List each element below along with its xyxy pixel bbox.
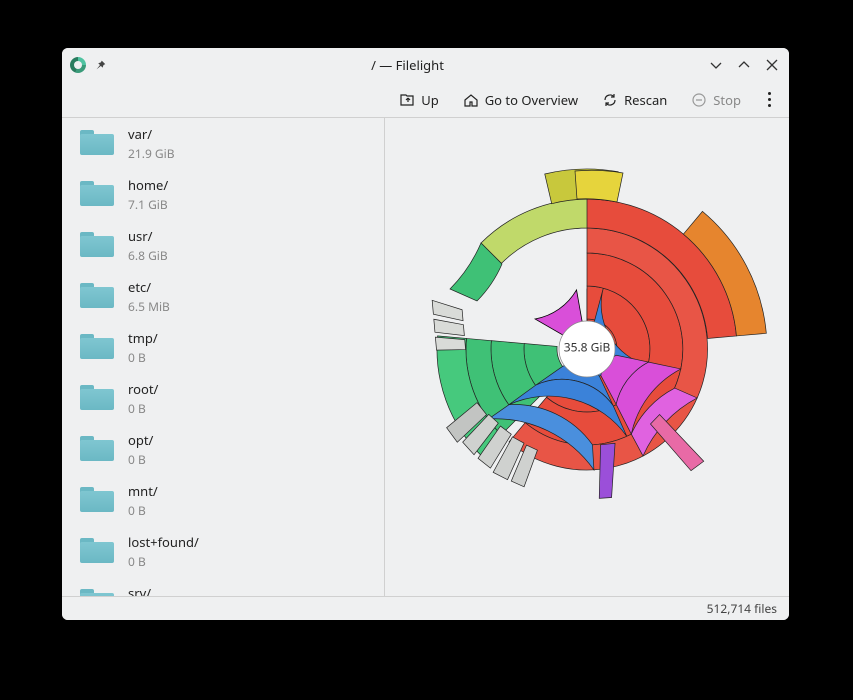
list-item[interactable]: opt/ 0 B	[62, 424, 384, 475]
folder-icon	[80, 586, 114, 596]
titlebar: / — Filelight	[62, 48, 789, 82]
up-button[interactable]: Up	[395, 87, 443, 113]
up-icon	[399, 92, 415, 108]
refresh-icon	[602, 92, 618, 108]
folder-icon	[80, 178, 114, 206]
folder-icon	[80, 484, 114, 512]
up-label: Up	[421, 91, 439, 109]
maximize-button[interactable]	[735, 56, 753, 74]
stop-button[interactable]: Stop	[687, 87, 745, 113]
rescan-button[interactable]: Rescan	[598, 87, 671, 113]
rescan-label: Rescan	[624, 91, 667, 109]
folder-name: home/	[128, 176, 168, 194]
folder-name: etc/	[128, 278, 170, 296]
folder-icon	[80, 331, 114, 359]
list-item[interactable]: var/ 21.9 GiB	[62, 118, 384, 169]
app-icon	[70, 57, 86, 73]
folder-name: srv/	[128, 584, 151, 596]
list-item[interactable]: home/ 7.1 GiB	[62, 169, 384, 220]
folder-icon	[80, 229, 114, 257]
overview-button[interactable]: Go to Overview	[459, 87, 582, 113]
statusbar: 512,714 files	[62, 596, 789, 620]
folder-icon	[80, 280, 114, 308]
menu-button[interactable]	[761, 92, 777, 107]
list-item[interactable]: lost+found/ 0 B	[62, 526, 384, 577]
list-item[interactable]: srv/ 0 B	[62, 577, 384, 596]
folder-name: var/	[128, 125, 175, 143]
home-icon	[463, 92, 479, 108]
window-title: / — Filelight	[108, 56, 707, 74]
folder-size: 0 B	[128, 451, 153, 468]
folder-name: lost+found/	[128, 533, 199, 551]
folder-size: 21.9 GiB	[128, 145, 175, 162]
folder-name: tmp/	[128, 329, 158, 347]
minimize-button[interactable]	[707, 56, 725, 74]
list-item[interactable]: mnt/ 0 B	[62, 475, 384, 526]
toolbar: Up Go to Overview Rescan Stop	[62, 82, 789, 118]
pin-icon[interactable]	[92, 57, 108, 73]
folder-name: mnt/	[128, 482, 158, 500]
list-item[interactable]: tmp/ 0 B	[62, 322, 384, 373]
overview-label: Go to Overview	[485, 91, 578, 109]
folder-name: root/	[128, 380, 158, 398]
folder-size: 0 B	[128, 349, 158, 366]
stop-label: Stop	[713, 91, 741, 109]
folder-icon	[80, 535, 114, 563]
folder-size: 0 B	[128, 553, 199, 570]
folder-icon	[80, 433, 114, 461]
folder-name: usr/	[128, 227, 168, 245]
close-button[interactable]	[763, 56, 781, 74]
folder-size: 6.5 MiB	[128, 298, 170, 315]
content-area: var/ 21.9 GiB home/ 7.1 GiB usr/ 6.8 GiB	[62, 118, 789, 596]
list-item[interactable]: usr/ 6.8 GiB	[62, 220, 384, 271]
folder-icon	[80, 382, 114, 410]
folder-size: 7.1 GiB	[128, 196, 168, 213]
sunburst-chart[interactable]: 35.8 GiB	[385, 118, 789, 596]
file-count: 512,714 files	[707, 600, 777, 617]
folder-size: 0 B	[128, 502, 158, 519]
folder-size: 6.8 GiB	[128, 247, 168, 264]
folder-list: var/ 21.9 GiB home/ 7.1 GiB usr/ 6.8 GiB	[62, 118, 385, 596]
list-item[interactable]: root/ 0 B	[62, 373, 384, 424]
folder-icon	[80, 127, 114, 155]
folder-size: 0 B	[128, 400, 158, 417]
stop-icon	[691, 92, 707, 108]
list-item[interactable]: etc/ 6.5 MiB	[62, 271, 384, 322]
app-window: / — Filelight Up Go to Overview Rescan	[62, 48, 789, 620]
chart-center-label: 35.8 GiB	[564, 339, 611, 356]
folder-name: opt/	[128, 431, 153, 449]
